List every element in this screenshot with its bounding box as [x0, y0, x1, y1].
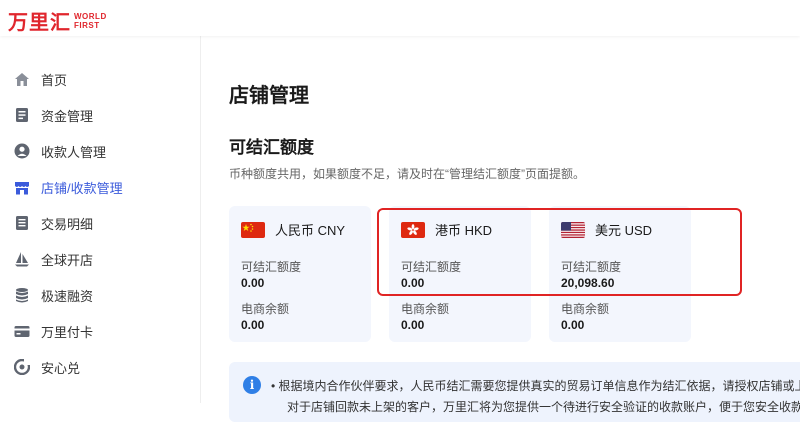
brand-name-en: WORLD FIRST: [74, 11, 107, 30]
currency-name: 人民币 CNY: [275, 223, 346, 238]
sidebar-item-label: 安心兑: [41, 360, 81, 376]
coins-icon: [14, 287, 30, 303]
person-icon: [14, 143, 30, 159]
notice-text-second-line: 对于店铺回款未上架的客户，万里汇将为您提供一个待进行安全验证的收款账户，便于您安…: [287, 400, 800, 414]
info-icon: i: [243, 376, 261, 394]
exchange-icon: [14, 359, 30, 375]
sidebar-item-payees[interactable]: 收款人管理: [0, 133, 200, 169]
sidebar-item-label: 店铺/收款管理: [41, 180, 123, 196]
sidebar-item-financing[interactable]: 极速融资: [0, 277, 200, 313]
sidebar-item-exchange[interactable]: 安心兑: [0, 349, 200, 385]
top-bar: 万里汇 WORLD FIRST: [0, 0, 800, 36]
brand-name-cn: 万里汇: [8, 12, 71, 34]
main-content: 店铺管理 可结汇额度 币种额度共用，如果额度不足，请及时在“管理结汇额度”页面提…: [201, 36, 800, 422]
brand-logo[interactable]: 万里汇 WORLD FIRST: [8, 6, 107, 35]
card-icon: [14, 323, 30, 339]
store-icon: [14, 179, 30, 195]
list-icon: [14, 215, 30, 231]
notice-banner: i • 根据境内合作伙伴要求，人民币结汇需要您提供真实的贸易订单信息作为结汇依据…: [229, 362, 800, 422]
home-icon: [14, 71, 30, 87]
sidebar-item-card[interactable]: 万里付卡: [0, 313, 200, 349]
quota-value: 0.00: [241, 276, 265, 290]
notice-text: • 根据境内合作伙伴要求，人民币结汇需要您提供真实的贸易订单信息作为结汇依据，请…: [271, 379, 800, 393]
sidebar-item-global-store[interactable]: 全球开店: [0, 241, 200, 277]
currency-card-cny: 人民币 CNY 可结汇额度 0.00 电商余额 0.00: [229, 206, 371, 342]
highlight-box: [377, 208, 742, 296]
balance-label: 电商余额: [401, 302, 450, 316]
sidebar-item-label: 万里付卡: [41, 324, 94, 340]
sidebar-item-stores[interactable]: 店铺/收款管理: [0, 169, 200, 205]
balance-value: 0.00: [241, 318, 265, 332]
sidebar-item-transactions[interactable]: 交易明细: [0, 205, 200, 241]
balance-label: 电商余额: [241, 302, 290, 316]
sidebar-item-label: 收款人管理: [41, 144, 107, 160]
sidebar-item-funds[interactable]: 资金管理: [0, 97, 200, 133]
document-icon: [14, 107, 30, 123]
balance-value: 0.00: [561, 318, 585, 332]
china-flag-icon: [241, 221, 265, 238]
sidebar-item-label: 全球开店: [41, 252, 94, 268]
sidebar: 首页 资金管理 收款人管理 店铺/收款管理 交易明细 全球开店 极速融资 万里付…: [0, 36, 201, 403]
page-title: 店铺管理: [229, 85, 309, 107]
currency-header: 人民币 CNY: [241, 220, 345, 239]
sail-icon: [14, 251, 30, 267]
section-description: 币种额度共用，如果额度不足，请及时在“管理结汇额度”页面提额。: [229, 167, 585, 181]
balance-value: 0.00: [401, 318, 425, 332]
balance-label: 电商余额: [561, 302, 610, 316]
sidebar-item-home[interactable]: 首页: [0, 61, 200, 97]
sidebar-item-label: 资金管理: [41, 108, 94, 124]
sidebar-item-label: 首页: [41, 72, 68, 88]
sidebar-item-label: 交易明细: [41, 216, 94, 232]
sidebar-item-label: 极速融资: [41, 288, 94, 304]
quota-label: 可结汇额度: [241, 260, 302, 274]
section-title: 可结汇额度: [229, 138, 314, 157]
